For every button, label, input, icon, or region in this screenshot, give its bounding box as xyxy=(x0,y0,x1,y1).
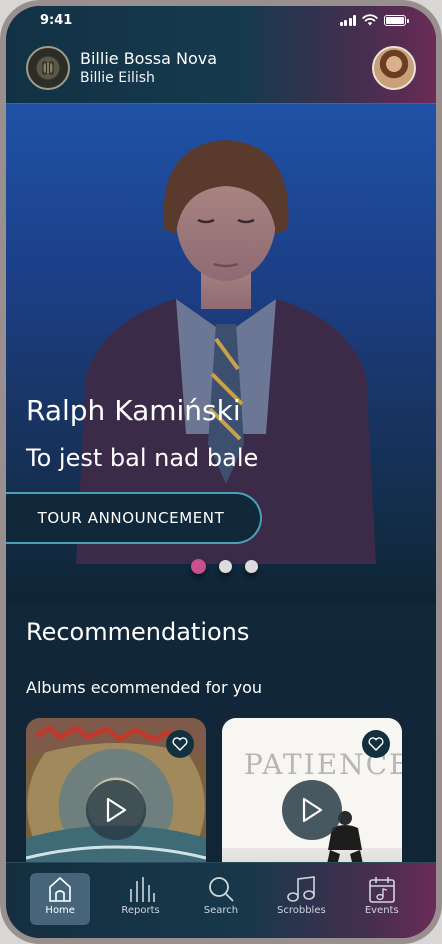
app-screen: 9:41 Billie Bossa Nova Billie Eilish Ral… xyxy=(6,6,436,938)
status-time: 9:41 xyxy=(40,13,73,28)
music-note-icon xyxy=(287,876,316,902)
nav-scrobbles[interactable]: Scrobbles xyxy=(271,873,331,925)
play-icon xyxy=(302,797,323,823)
favorite-heart-button[interactable] xyxy=(362,730,390,758)
play-icon xyxy=(106,797,127,823)
recommendations-title: Recommendations xyxy=(26,618,250,646)
hero-song-title: To jest bal nad bale xyxy=(26,444,259,472)
nav-reports[interactable]: Reports xyxy=(111,873,171,925)
now-playing[interactable]: Billie Bossa Nova Billie Eilish xyxy=(26,46,217,90)
calendar-icon xyxy=(368,877,395,903)
heart-icon xyxy=(368,737,384,751)
cellular-signal-icon xyxy=(339,14,356,26)
bottom-navigation: Home Reports Search Scrobbles Events xyxy=(6,862,436,938)
phone-frame: 9:41 Billie Bossa Nova Billie Eilish Ral… xyxy=(0,0,442,944)
hero-banner[interactable]: Ralph Kamiński To jest bal nad bale TOUR… xyxy=(6,104,436,604)
status-bar: 9:41 xyxy=(6,6,436,36)
favorite-heart-button[interactable] xyxy=(166,730,194,758)
nav-home[interactable]: Home xyxy=(30,873,91,925)
carousel-indicator xyxy=(6,559,436,574)
play-button[interactable] xyxy=(282,780,342,840)
nav-home-label: Home xyxy=(45,905,75,916)
album-card-2[interactable]: PATIENCE xyxy=(222,718,402,878)
pause-icon xyxy=(42,61,54,75)
nav-search-label: Search xyxy=(203,905,239,916)
tour-announcement-button[interactable]: TOUR ANNOUNCEMENT xyxy=(6,492,262,544)
heart-icon xyxy=(172,737,188,751)
wifi-icon xyxy=(362,14,378,26)
nav-search[interactable]: Search xyxy=(191,873,251,925)
home-icon xyxy=(49,876,71,902)
play-button[interactable] xyxy=(86,780,146,840)
now-playing-text: Billie Bossa Nova Billie Eilish xyxy=(80,49,217,87)
now-playing-artist: Billie Eilish xyxy=(80,70,155,86)
hero-artist-name: Ralph Kamiński xyxy=(26,394,241,427)
now-playing-track: Billie Bossa Nova xyxy=(80,49,218,68)
carousel-dot-3[interactable] xyxy=(244,560,258,573)
header-bar: 9:41 Billie Bossa Nova Billie Eilish xyxy=(6,6,436,104)
battery-icon xyxy=(384,14,409,26)
bar-chart-icon xyxy=(129,877,155,902)
status-icons xyxy=(339,14,409,26)
album-card-1[interactable] xyxy=(26,718,206,878)
search-icon xyxy=(209,877,234,902)
nav-events-label: Events xyxy=(364,905,399,916)
recommendations-subtitle: Albums ecommended for you xyxy=(26,678,263,697)
nav-events[interactable]: Events xyxy=(352,873,412,925)
carousel-dot-2[interactable] xyxy=(218,560,232,573)
now-playing-disc-icon xyxy=(26,46,70,90)
nav-scrobbles-label: Scrobbles xyxy=(277,905,326,916)
carousel-dot-1[interactable] xyxy=(190,559,206,574)
nav-reports-label: Reports xyxy=(121,905,160,916)
user-avatar[interactable] xyxy=(372,46,416,90)
